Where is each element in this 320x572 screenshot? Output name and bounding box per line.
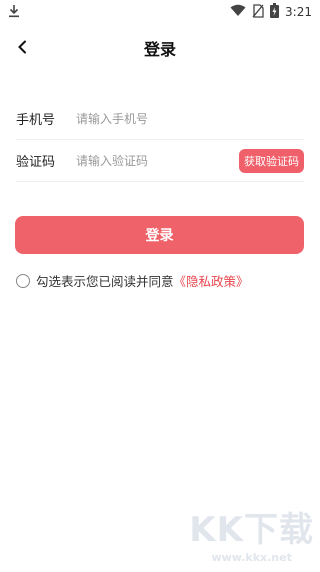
status-time: 3:21 [285,5,312,19]
agreement-text: 勾选表示您已阅读并同意 [36,274,174,289]
download-icon [8,4,20,21]
battery-icon [270,3,280,21]
code-input[interactable] [76,148,239,173]
agree-checkbox[interactable] [16,273,30,288]
watermark-text: KK下载 [189,510,314,550]
phone-label: 手机号 [16,113,56,128]
wifi-icon [230,4,246,20]
code-row: 验证码 获取验证码 [16,140,304,182]
phone-input[interactable] [76,106,304,131]
agreement: 勾选表示您已阅读并同意 《隐私政策》 [16,271,249,290]
watermark-url: www.kkx.net [211,551,292,564]
no-sim-icon [252,3,264,21]
chevron-left-icon [17,39,27,58]
privacy-policy-link[interactable]: 《隐私政策》 [174,271,249,290]
watermark-logo: KK下载 www.kkx.net [189,502,314,564]
back-button[interactable] [10,34,34,62]
login-form: 手机号 验证码 获取验证码 [16,98,304,182]
login-button[interactable]: 登录 [15,216,304,254]
get-code-button[interactable]: 获取验证码 [239,148,304,173]
status-bar: 3:21 [0,0,320,24]
code-label: 验证码 [16,155,56,170]
page-title: 登录 [143,40,176,59]
header: 登录 [0,30,320,66]
phone-row: 手机号 [16,98,304,140]
